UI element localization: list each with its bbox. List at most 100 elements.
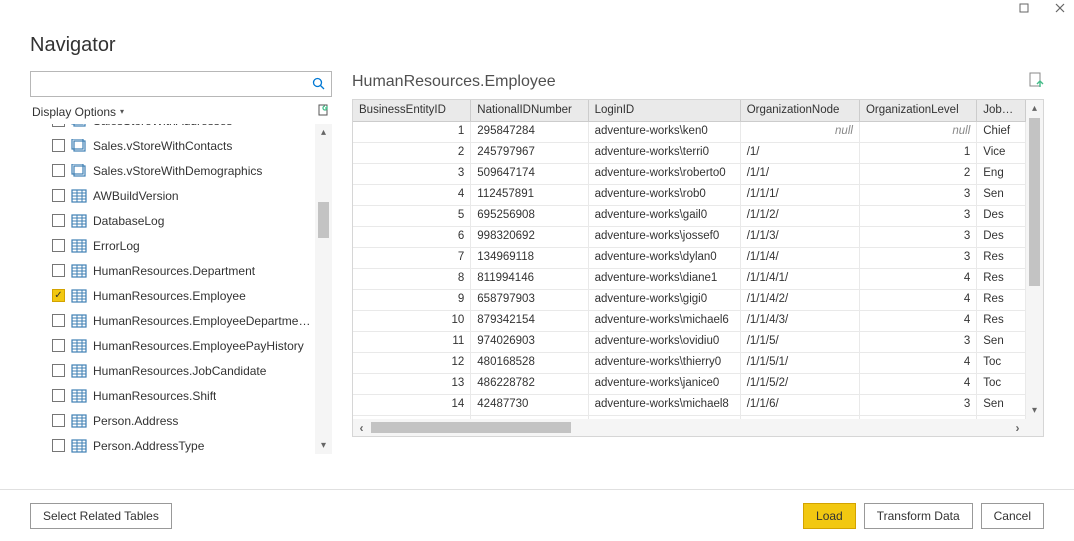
- table-cell: 112457891: [471, 185, 588, 205]
- tree-item[interactable]: SalesStoreWithAddresses: [30, 124, 314, 133]
- table-cell: /1/1/3/: [741, 227, 860, 247]
- table-cell: /1/1/4/2/: [741, 290, 860, 310]
- checkbox[interactable]: [52, 239, 65, 252]
- preview-action-icon[interactable]: [1028, 72, 1044, 93]
- display-options-row: Display Options ▾: [30, 97, 332, 124]
- cancel-button[interactable]: Cancel: [981, 503, 1044, 529]
- scrollbar-thumb[interactable]: [1029, 118, 1040, 286]
- search-icon[interactable]: [307, 72, 331, 96]
- table-row[interactable]: 11974026903adventure-works\ovidiu0/1/1/5…: [353, 332, 1026, 353]
- table-row[interactable]: 4112457891adventure-works\rob0/1/1/1/3Se…: [353, 185, 1026, 206]
- tree-item[interactable]: Sales.vStoreWithDemographics: [30, 158, 314, 183]
- scrollbar-thumb[interactable]: [371, 422, 571, 433]
- checkbox[interactable]: [52, 339, 65, 352]
- column-header[interactable]: OrganizationNode: [741, 100, 860, 121]
- scrollbar-thumb[interactable]: [318, 202, 329, 238]
- tree-item[interactable]: HumanResources.Employee: [30, 283, 314, 308]
- tree-item[interactable]: HumanResources.Department: [30, 258, 314, 283]
- table-cell: Des: [977, 227, 1026, 247]
- table-row[interactable]: 3509647174adventure-works\roberto0/1/1/2…: [353, 164, 1026, 185]
- column-header[interactable]: OrganizationLevel: [860, 100, 977, 121]
- checkbox[interactable]: [52, 389, 65, 402]
- preview-panel: HumanResources.Employee BusinessEntityID…: [352, 71, 1044, 486]
- tree-item[interactable]: AWBuildVersion: [30, 183, 314, 208]
- tree-item-label: ErrorLog: [93, 239, 140, 253]
- column-header[interactable]: LoginID: [589, 100, 741, 121]
- close-icon[interactable]: [1054, 2, 1066, 14]
- tree-item-label: Person.AddressType: [93, 439, 204, 453]
- table-row[interactable]: 1442487730adventure-works\michael8/1/1/6…: [353, 395, 1026, 416]
- scroll-left-icon[interactable]: ‹: [353, 419, 370, 436]
- table-cell: Chief: [977, 122, 1026, 142]
- transform-data-button[interactable]: Transform Data: [864, 503, 973, 529]
- scroll-down-icon[interactable]: ▾: [315, 437, 332, 454]
- checkbox[interactable]: [52, 124, 65, 127]
- select-related-button[interactable]: Select Related Tables: [30, 503, 172, 529]
- table-cell: adventure-works\gigi0: [589, 290, 741, 310]
- table-cell: /1/1/6/: [741, 395, 860, 415]
- checkbox[interactable]: [52, 189, 65, 202]
- checkbox[interactable]: [52, 164, 65, 177]
- tree-item[interactable]: Sales.vStoreWithContacts: [30, 133, 314, 158]
- tree-item[interactable]: HumanResources.JobCandidate: [30, 358, 314, 383]
- table-row[interactable]: 5695256908adventure-works\gail0/1/1/2/3D…: [353, 206, 1026, 227]
- scroll-down-icon[interactable]: ▾: [1026, 402, 1043, 419]
- table-cell: adventure-works\jossef0: [589, 227, 741, 247]
- table-row[interactable]: 7134969118adventure-works\dylan0/1/1/4/3…: [353, 248, 1026, 269]
- search-input[interactable]: [31, 72, 307, 96]
- table-cell: 3: [860, 395, 977, 415]
- tree-item[interactable]: Person.Address: [30, 408, 314, 433]
- maximize-icon[interactable]: [1018, 2, 1030, 14]
- tree-item-label: HumanResources.Employee: [93, 289, 246, 303]
- grid-header: BusinessEntityIDNationalIDNumberLoginIDO…: [353, 100, 1026, 122]
- table-cell: 9: [353, 290, 471, 310]
- column-header[interactable]: NationalIDNumber: [471, 100, 588, 121]
- checkbox[interactable]: [52, 289, 65, 302]
- table-row[interactable]: 8811994146adventure-works\diane1/1/1/4/1…: [353, 269, 1026, 290]
- table-cell: 480168528: [471, 353, 588, 373]
- display-options-button[interactable]: Display Options ▾: [32, 105, 124, 119]
- checkbox[interactable]: [52, 364, 65, 377]
- tree-item[interactable]: DatabaseLog: [30, 208, 314, 233]
- tree-item[interactable]: Person.AddressType: [30, 433, 314, 454]
- table-cell: 4: [860, 269, 977, 289]
- table-cell: adventure-works\michael6: [589, 311, 741, 331]
- table-cell: 1: [860, 143, 977, 163]
- scroll-right-icon[interactable]: ›: [1009, 419, 1026, 436]
- table-cell: 1: [353, 122, 471, 142]
- checkbox[interactable]: [52, 439, 65, 452]
- table-icon: [71, 214, 87, 228]
- grid-vscrollbar[interactable]: ▴ ▾: [1026, 100, 1043, 419]
- scroll-up-icon[interactable]: ▴: [315, 124, 332, 141]
- tree-item[interactable]: HumanResources.EmployeeDepartmen...: [30, 308, 314, 333]
- tree-item-label: Sales.vStoreWithDemographics: [93, 164, 262, 178]
- table-cell: Toc: [977, 353, 1026, 373]
- checkbox[interactable]: [52, 214, 65, 227]
- tree-item[interactable]: ErrorLog: [30, 233, 314, 258]
- table-icon: [71, 364, 87, 378]
- checkbox[interactable]: [52, 314, 65, 327]
- tree-item[interactable]: HumanResources.EmployeePayHistory: [30, 333, 314, 358]
- table-row[interactable]: 10879342154adventure-works\michael6/1/1/…: [353, 311, 1026, 332]
- tree-scrollbar[interactable]: ▴ ▾: [315, 124, 332, 454]
- table-row[interactable]: 1295847284adventure-works\ken0nullnullCh…: [353, 122, 1026, 143]
- table-cell: /1/1/5/1/: [741, 353, 860, 373]
- table-row[interactable]: 6998320692adventure-works\jossef0/1/1/3/…: [353, 227, 1026, 248]
- column-header[interactable]: BusinessEntityID: [353, 100, 471, 121]
- checkbox[interactable]: [52, 414, 65, 427]
- table-row[interactable]: 13486228782adventure-works\janice0/1/1/5…: [353, 374, 1026, 395]
- checkbox[interactable]: [52, 139, 65, 152]
- table-row[interactable]: 2245797967adventure-works\terri0/1/1Vice: [353, 143, 1026, 164]
- table-row[interactable]: 9658797903adventure-works\gigi0/1/1/4/2/…: [353, 290, 1026, 311]
- refresh-icon[interactable]: [316, 103, 330, 120]
- column-header[interactable]: JobTitle: [977, 100, 1026, 121]
- scroll-up-icon[interactable]: ▴: [1026, 100, 1043, 117]
- load-button[interactable]: Load: [803, 503, 856, 529]
- table-icon: [71, 439, 87, 453]
- grid-hscrollbar[interactable]: ‹ ›: [353, 419, 1026, 436]
- checkbox[interactable]: [52, 264, 65, 277]
- table-icon: [71, 289, 87, 303]
- table-row[interactable]: 12480168528adventure-works\thierry0/1/1/…: [353, 353, 1026, 374]
- tree-item[interactable]: HumanResources.Shift: [30, 383, 314, 408]
- table-cell: Toc: [977, 374, 1026, 394]
